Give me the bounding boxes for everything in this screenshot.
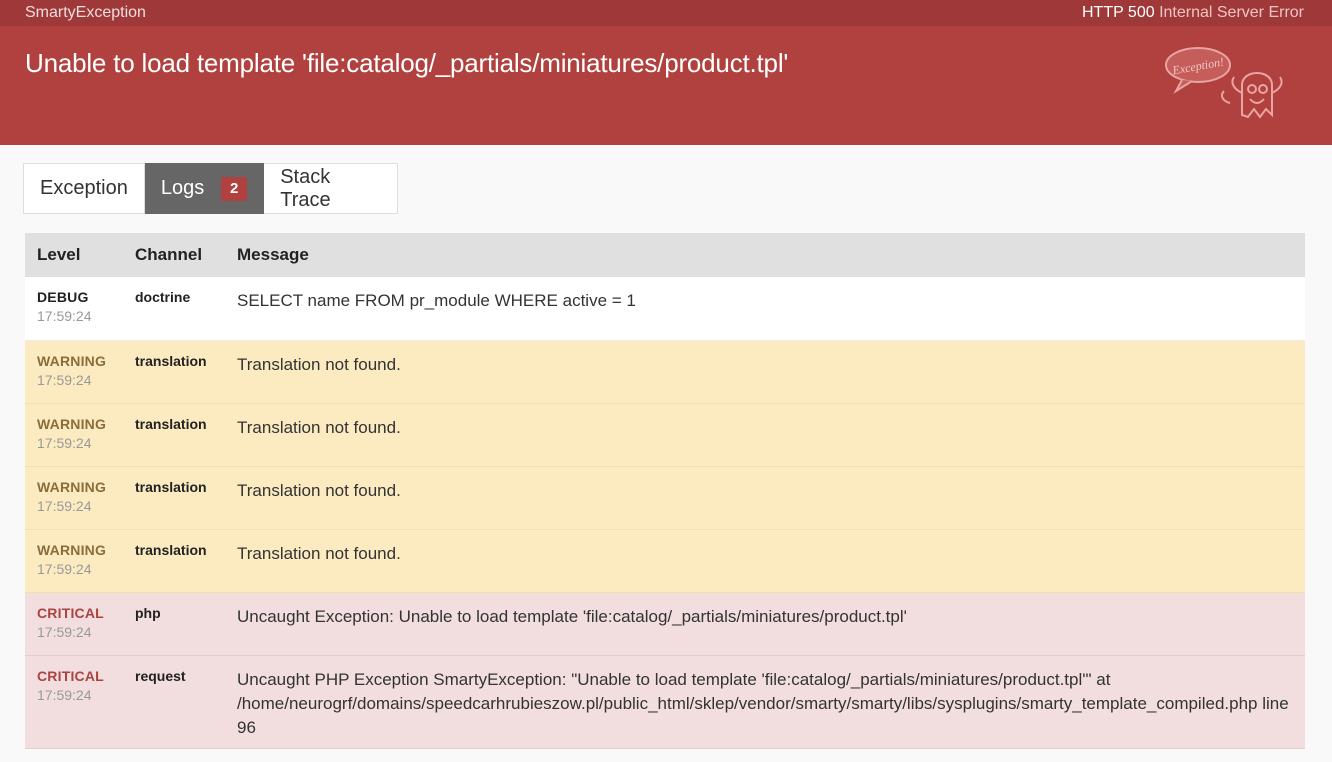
- tab-label: Stack Trace: [280, 165, 331, 211]
- table-row: WARNING 17:59:24 translation Translation…: [25, 403, 1305, 467]
- logs-count-badge: 2: [221, 176, 248, 201]
- log-time: 17:59:24: [37, 434, 92, 451]
- top-bar: SmartyException HTTP 500 Internal Server…: [0, 0, 1332, 26]
- level-cell: DEBUG 17:59:24: [25, 277, 123, 341]
- log-channel: translation: [123, 466, 225, 530]
- tab-bar: Exception Logs 2 Stack Trace: [23, 163, 398, 214]
- level-cell: WARNING 17:59:24: [25, 529, 123, 593]
- status-text: Internal Server Error: [1159, 4, 1304, 21]
- log-time: 17:59:24: [37, 560, 92, 577]
- log-time: 17:59:24: [37, 623, 92, 640]
- log-level: WARNING: [37, 541, 107, 558]
- tab-exception[interactable]: Exception: [23, 163, 145, 214]
- log-level: WARNING: [37, 478, 107, 495]
- level-cell: WARNING 17:59:24: [25, 340, 123, 404]
- logs-table: Level Channel Message DEBUG 17:59:24 doc…: [25, 233, 1305, 749]
- log-level: DEBUG: [37, 289, 89, 305]
- log-level: CRITICAL: [37, 604, 104, 621]
- tab-stack-trace[interactable]: Stack Trace: [264, 163, 398, 214]
- log-time: 17:59:24: [37, 497, 92, 514]
- log-message: Translation not found.: [225, 466, 1305, 530]
- log-message: Uncaught PHP Exception SmartyException: …: [225, 655, 1305, 749]
- log-message: Uncaught Exception: Unable to load templ…: [225, 592, 1305, 656]
- level-cell: WARNING 17:59:24: [25, 403, 123, 467]
- log-time: 17:59:24: [37, 308, 92, 324]
- tab-label: Exception: [40, 177, 128, 199]
- page-title: Unable to load template 'file:catalog/_p…: [25, 48, 789, 78]
- log-level: CRITICAL: [37, 667, 104, 684]
- tab-label: Logs: [160, 177, 205, 199]
- log-message: Translation not found.: [225, 340, 1305, 404]
- table-row: CRITICAL 17:59:24 php Uncaught Exception…: [25, 592, 1305, 656]
- table-row: CRITICAL 17:59:24 request Uncaught PHP E…: [25, 655, 1305, 749]
- table-row: DEBUG 17:59:24 doctrine SELECT name FROM…: [25, 277, 1305, 341]
- log-channel: translation: [123, 340, 225, 404]
- level-cell: CRITICAL 17:59:24: [25, 655, 123, 749]
- log-channel: translation: [123, 403, 225, 467]
- log-channel: request: [123, 655, 225, 749]
- log-channel: translation: [123, 529, 225, 593]
- log-level: WARNING: [37, 415, 107, 432]
- message-header: Message: [225, 233, 1305, 277]
- log-time: 17:59:24: [37, 686, 92, 703]
- main-content: Exception Logs 2 Stack Trace Level Chann…: [0, 145, 1332, 749]
- table-header-row: Level Channel Message: [25, 233, 1305, 277]
- log-time: 17:59:24: [37, 371, 92, 388]
- level-cell: CRITICAL 17:59:24: [25, 592, 123, 656]
- log-level: WARNING: [37, 352, 107, 369]
- http-status: HTTP 500 Internal Server Error: [1082, 4, 1304, 22]
- tab-logs[interactable]: Logs 2: [144, 163, 265, 214]
- exception-ghost-icon: Exception!: [1165, 47, 1283, 119]
- level-header: Level: [25, 233, 123, 277]
- log-message: Translation not found.: [225, 529, 1305, 593]
- table-row: WARNING 17:59:24 translation Translation…: [25, 340, 1305, 404]
- log-channel: php: [123, 592, 225, 656]
- table-row: WARNING 17:59:24 translation Translation…: [25, 529, 1305, 593]
- level-cell: WARNING 17:59:24: [25, 466, 123, 530]
- status-code: HTTP 500: [1081, 4, 1155, 21]
- app-name: SmartyException: [25, 4, 146, 21]
- log-message: SELECT name FROM pr_module WHERE active …: [225, 277, 1305, 341]
- error-header: Unable to load template 'file:catalog/_p…: [0, 26, 1332, 145]
- log-channel: doctrine: [123, 277, 225, 341]
- channel-header: Channel: [123, 233, 225, 277]
- table-row: WARNING 17:59:24 translation Translation…: [25, 466, 1305, 530]
- log-message: Translation not found.: [225, 403, 1305, 467]
